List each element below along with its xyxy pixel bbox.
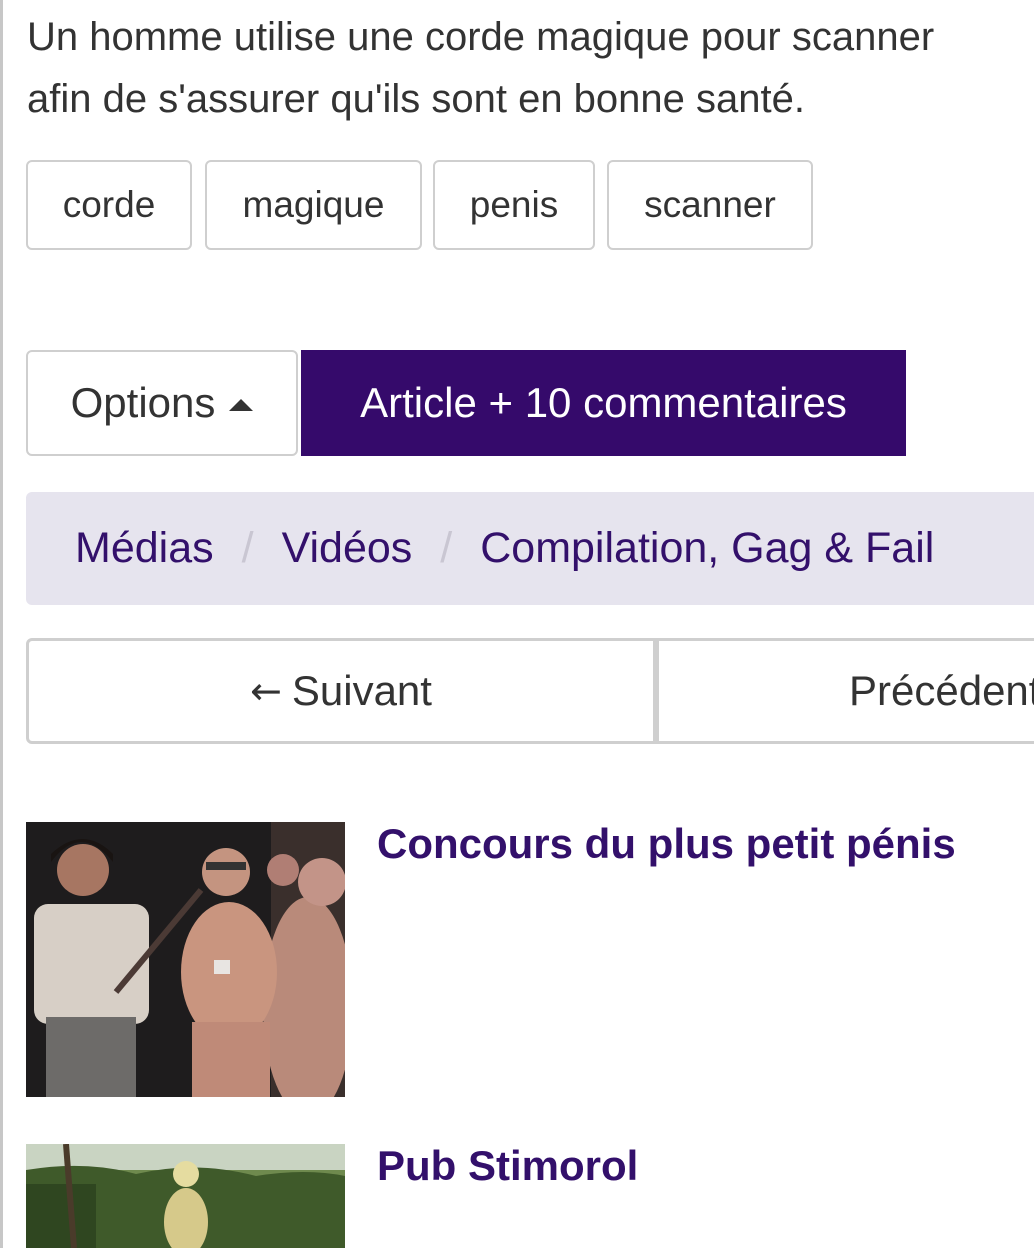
breadcrumb-separator: /	[440, 524, 453, 572]
related-video-item: Pub Stimorol	[26, 1142, 1034, 1248]
next-button[interactable]: ← Suivant	[26, 638, 656, 744]
caret-up-icon	[229, 399, 254, 411]
previous-label: Précédent	[849, 667, 1034, 714]
article-comments-label: Article + 10 commentaires	[360, 379, 847, 426]
previous-button[interactable]: Précédent	[656, 638, 1034, 744]
video-description: Un homme utilise une corde magique pour …	[27, 6, 1034, 130]
description-line-1: Un homme utilise une corde magique pour …	[27, 15, 935, 59]
breadcrumb: Médias / Vidéos / Compilation, Gag & Fai…	[26, 492, 1034, 605]
related-video-item: Concours du plus petit pénis	[26, 820, 1034, 1097]
related-video-title[interactable]: Pub Stimorol	[377, 1142, 638, 1190]
tag-magique[interactable]: magique	[205, 160, 422, 250]
options-button[interactable]: Options	[26, 350, 298, 456]
breadcrumb-medias[interactable]: Médias	[75, 524, 214, 573]
tag-corde[interactable]: corde	[26, 160, 192, 250]
article-comments-button[interactable]: Article + 10 commentaires	[301, 350, 906, 456]
breadcrumb-separator: /	[241, 524, 254, 572]
video-thumbnail-icon[interactable]	[26, 822, 345, 1097]
pager: ← Suivant Précédent	[26, 638, 1034, 744]
tag-penis[interactable]: penis	[433, 160, 595, 250]
next-label: Suivant	[291, 667, 432, 714]
related-video-title[interactable]: Concours du plus petit pénis	[377, 820, 956, 868]
arrow-left-icon: ←	[250, 669, 282, 713]
breadcrumb-compilation[interactable]: Compilation, Gag & Fail	[480, 524, 934, 573]
video-thumbnail-icon[interactable]	[26, 1144, 345, 1248]
description-line-2: afin de s'assurer qu'ils sont en bonne s…	[27, 77, 805, 121]
breadcrumb-videos[interactable]: Vidéos	[282, 524, 413, 573]
options-label: Options	[70, 379, 216, 426]
left-border	[0, 0, 3, 1248]
tag-scanner[interactable]: scanner	[607, 160, 813, 250]
